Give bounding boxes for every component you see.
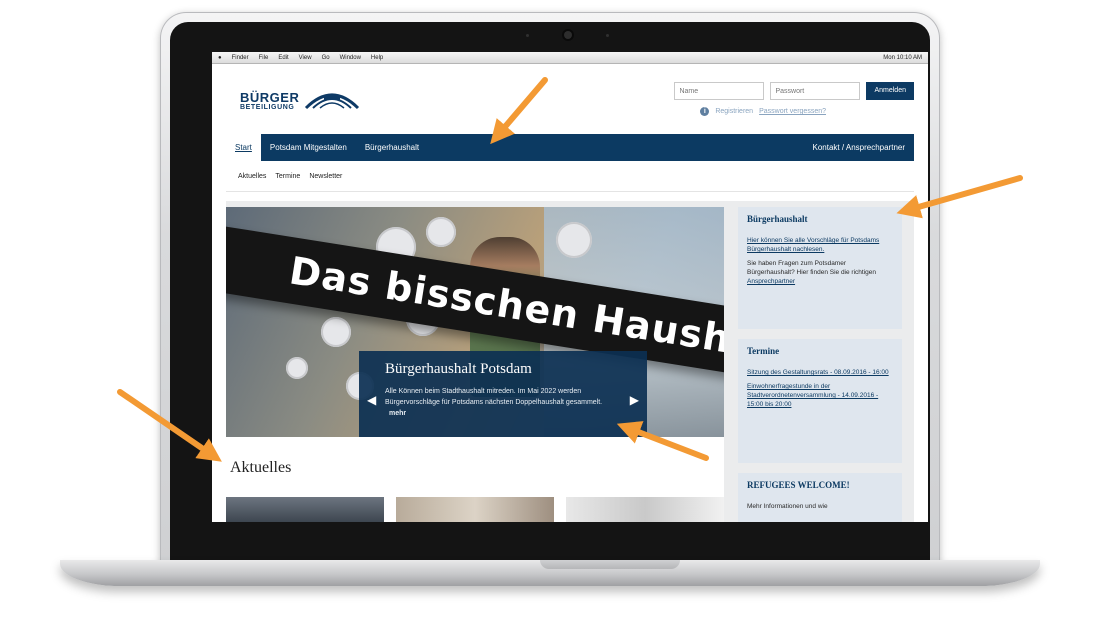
slider-text: Alle Können beim Stadthaushalt mitreden.… bbox=[385, 386, 621, 419]
screen: ● Finder File Edit View Go Window Help M… bbox=[212, 52, 928, 522]
logo-arch-icon bbox=[304, 93, 360, 110]
hero-slider[interactable]: Das bisschen Haushalt Bürgerhaushalt Pot… bbox=[226, 207, 724, 437]
termin-link-2[interactable]: Einwohnerfragestunde in der Stadtverordn… bbox=[747, 382, 893, 409]
tab-kontakt[interactable]: Kontakt / Ansprechpartner bbox=[804, 134, 915, 161]
slider-next-icon[interactable]: ▶ bbox=[630, 393, 639, 407]
info-icon: i bbox=[700, 107, 710, 116]
sidebar-refugees-title: REFUGEES WELCOME! bbox=[747, 480, 850, 490]
lid-notch bbox=[540, 560, 680, 569]
news-section: Aktuelles bbox=[226, 437, 724, 522]
main-content: Das bisschen Haushalt Bürgerhaushalt Pot… bbox=[226, 201, 914, 522]
news-thumbnail[interactable] bbox=[396, 497, 554, 522]
webcam-icon bbox=[564, 31, 572, 39]
slider-description: Alle Können beim Stadthaushalt mitreden.… bbox=[385, 388, 603, 406]
sidebar-refugees-text: Mehr Informationen und wie bbox=[747, 503, 828, 510]
photo-plate bbox=[321, 317, 351, 347]
os-menubar: ● Finder File Edit View Go Window Help M… bbox=[212, 52, 928, 64]
sidebar-buergerhaushalt-title: Bürgerhaushalt bbox=[747, 214, 808, 224]
slider-title[interactable]: Bürgerhaushalt Potsdam bbox=[385, 361, 621, 378]
subnav-newsletter[interactable]: Newsletter bbox=[309, 173, 342, 180]
forgot-password-link[interactable]: Passwort vergessen? bbox=[759, 108, 826, 115]
menu-go[interactable]: Go bbox=[322, 55, 330, 61]
password-input[interactable] bbox=[770, 82, 861, 100]
slider-caption: Bürgerhaushalt Potsdam Alle Können beim … bbox=[359, 351, 647, 437]
menubar-status: Mon 10:10 AM bbox=[883, 55, 922, 61]
news-thumbnail[interactable] bbox=[566, 497, 724, 522]
news-thumbnail[interactable] bbox=[226, 497, 384, 522]
slider-more-link[interactable]: mehr bbox=[389, 410, 406, 417]
sidebar-proposals-link[interactable]: Hier können Sie alle Vorschläge für Pots… bbox=[747, 236, 893, 254]
laptop-base bbox=[60, 560, 1040, 586]
sidebar-refugees-box: REFUGEES WELCOME! Mehr Informationen und… bbox=[738, 473, 902, 522]
menu-view[interactable]: View bbox=[299, 55, 312, 61]
menu-window[interactable]: Window bbox=[340, 55, 361, 61]
menu-edit[interactable]: Edit bbox=[278, 55, 288, 61]
photo-plate bbox=[556, 222, 592, 258]
register-link[interactable]: Registrieren bbox=[715, 108, 753, 115]
site-header: BÜRGER BETEILIGUNG Anmelden i Registrier… bbox=[226, 64, 914, 134]
photo-plate bbox=[426, 217, 456, 247]
sub-nav: Aktuelles Termine Newsletter bbox=[226, 161, 914, 192]
tab-start[interactable]: Start bbox=[226, 134, 261, 161]
sidebar-contact-link[interactable]: Ansprechpartner bbox=[747, 278, 795, 285]
sidebar-termine-title: Termine bbox=[747, 346, 780, 356]
tab-buergerhaushalt[interactable]: Bürgerhaushalt bbox=[356, 134, 428, 161]
logo-line2: BETEILIGUNG bbox=[240, 104, 295, 111]
sidebar-termine-box: Termine Sitzung des Gestaltungsrats - 08… bbox=[738, 339, 902, 463]
sensor-dot bbox=[606, 34, 609, 37]
main-nav: Start Potsdam Mitgestalten Bürgerhaushal… bbox=[226, 134, 914, 161]
login-button[interactable]: Anmelden bbox=[866, 82, 914, 100]
subnav-termine[interactable]: Termine bbox=[275, 173, 300, 180]
logo-line1: BÜRGER bbox=[240, 90, 300, 105]
termin-link-1[interactable]: Sitzung des Gestaltungsrats - 08.09.2016… bbox=[747, 368, 893, 377]
sensor-dot bbox=[526, 34, 529, 37]
sidebar-haushalt-description: Sie haben Fragen zum Potsdamer Bürgerhau… bbox=[747, 260, 876, 276]
slider-prev-icon[interactable]: ◀ bbox=[367, 393, 376, 407]
site-logo[interactable]: BÜRGER BETEILIGUNG bbox=[240, 90, 299, 111]
menubar-clock[interactable]: Mon 10:10 AM bbox=[883, 55, 922, 61]
news-heading: Aktuelles bbox=[230, 459, 292, 476]
menu-file[interactable]: File bbox=[259, 55, 269, 61]
menu-finder[interactable]: Finder bbox=[232, 55, 249, 61]
photo-plate bbox=[286, 357, 308, 379]
login-links: i Registrieren Passwort vergessen? bbox=[700, 107, 826, 116]
website: BÜRGER BETEILIGUNG Anmelden i Registrier… bbox=[226, 64, 914, 522]
tab-potsdam-mitgestalten[interactable]: Potsdam Mitgestalten bbox=[261, 134, 356, 161]
sidebar-haushalt-text: Sie haben Fragen zum Potsdamer Bürgerhau… bbox=[747, 259, 893, 286]
sidebar-buergerhaushalt-box: Bürgerhaushalt Hier können Sie alle Vors… bbox=[738, 207, 902, 329]
name-input[interactable] bbox=[674, 82, 765, 100]
subnav-aktuelles[interactable]: Aktuelles bbox=[238, 173, 266, 180]
apple-icon[interactable]: ● bbox=[218, 55, 222, 61]
menu-help[interactable]: Help bbox=[371, 55, 383, 61]
login-form: Anmelden bbox=[674, 82, 914, 100]
